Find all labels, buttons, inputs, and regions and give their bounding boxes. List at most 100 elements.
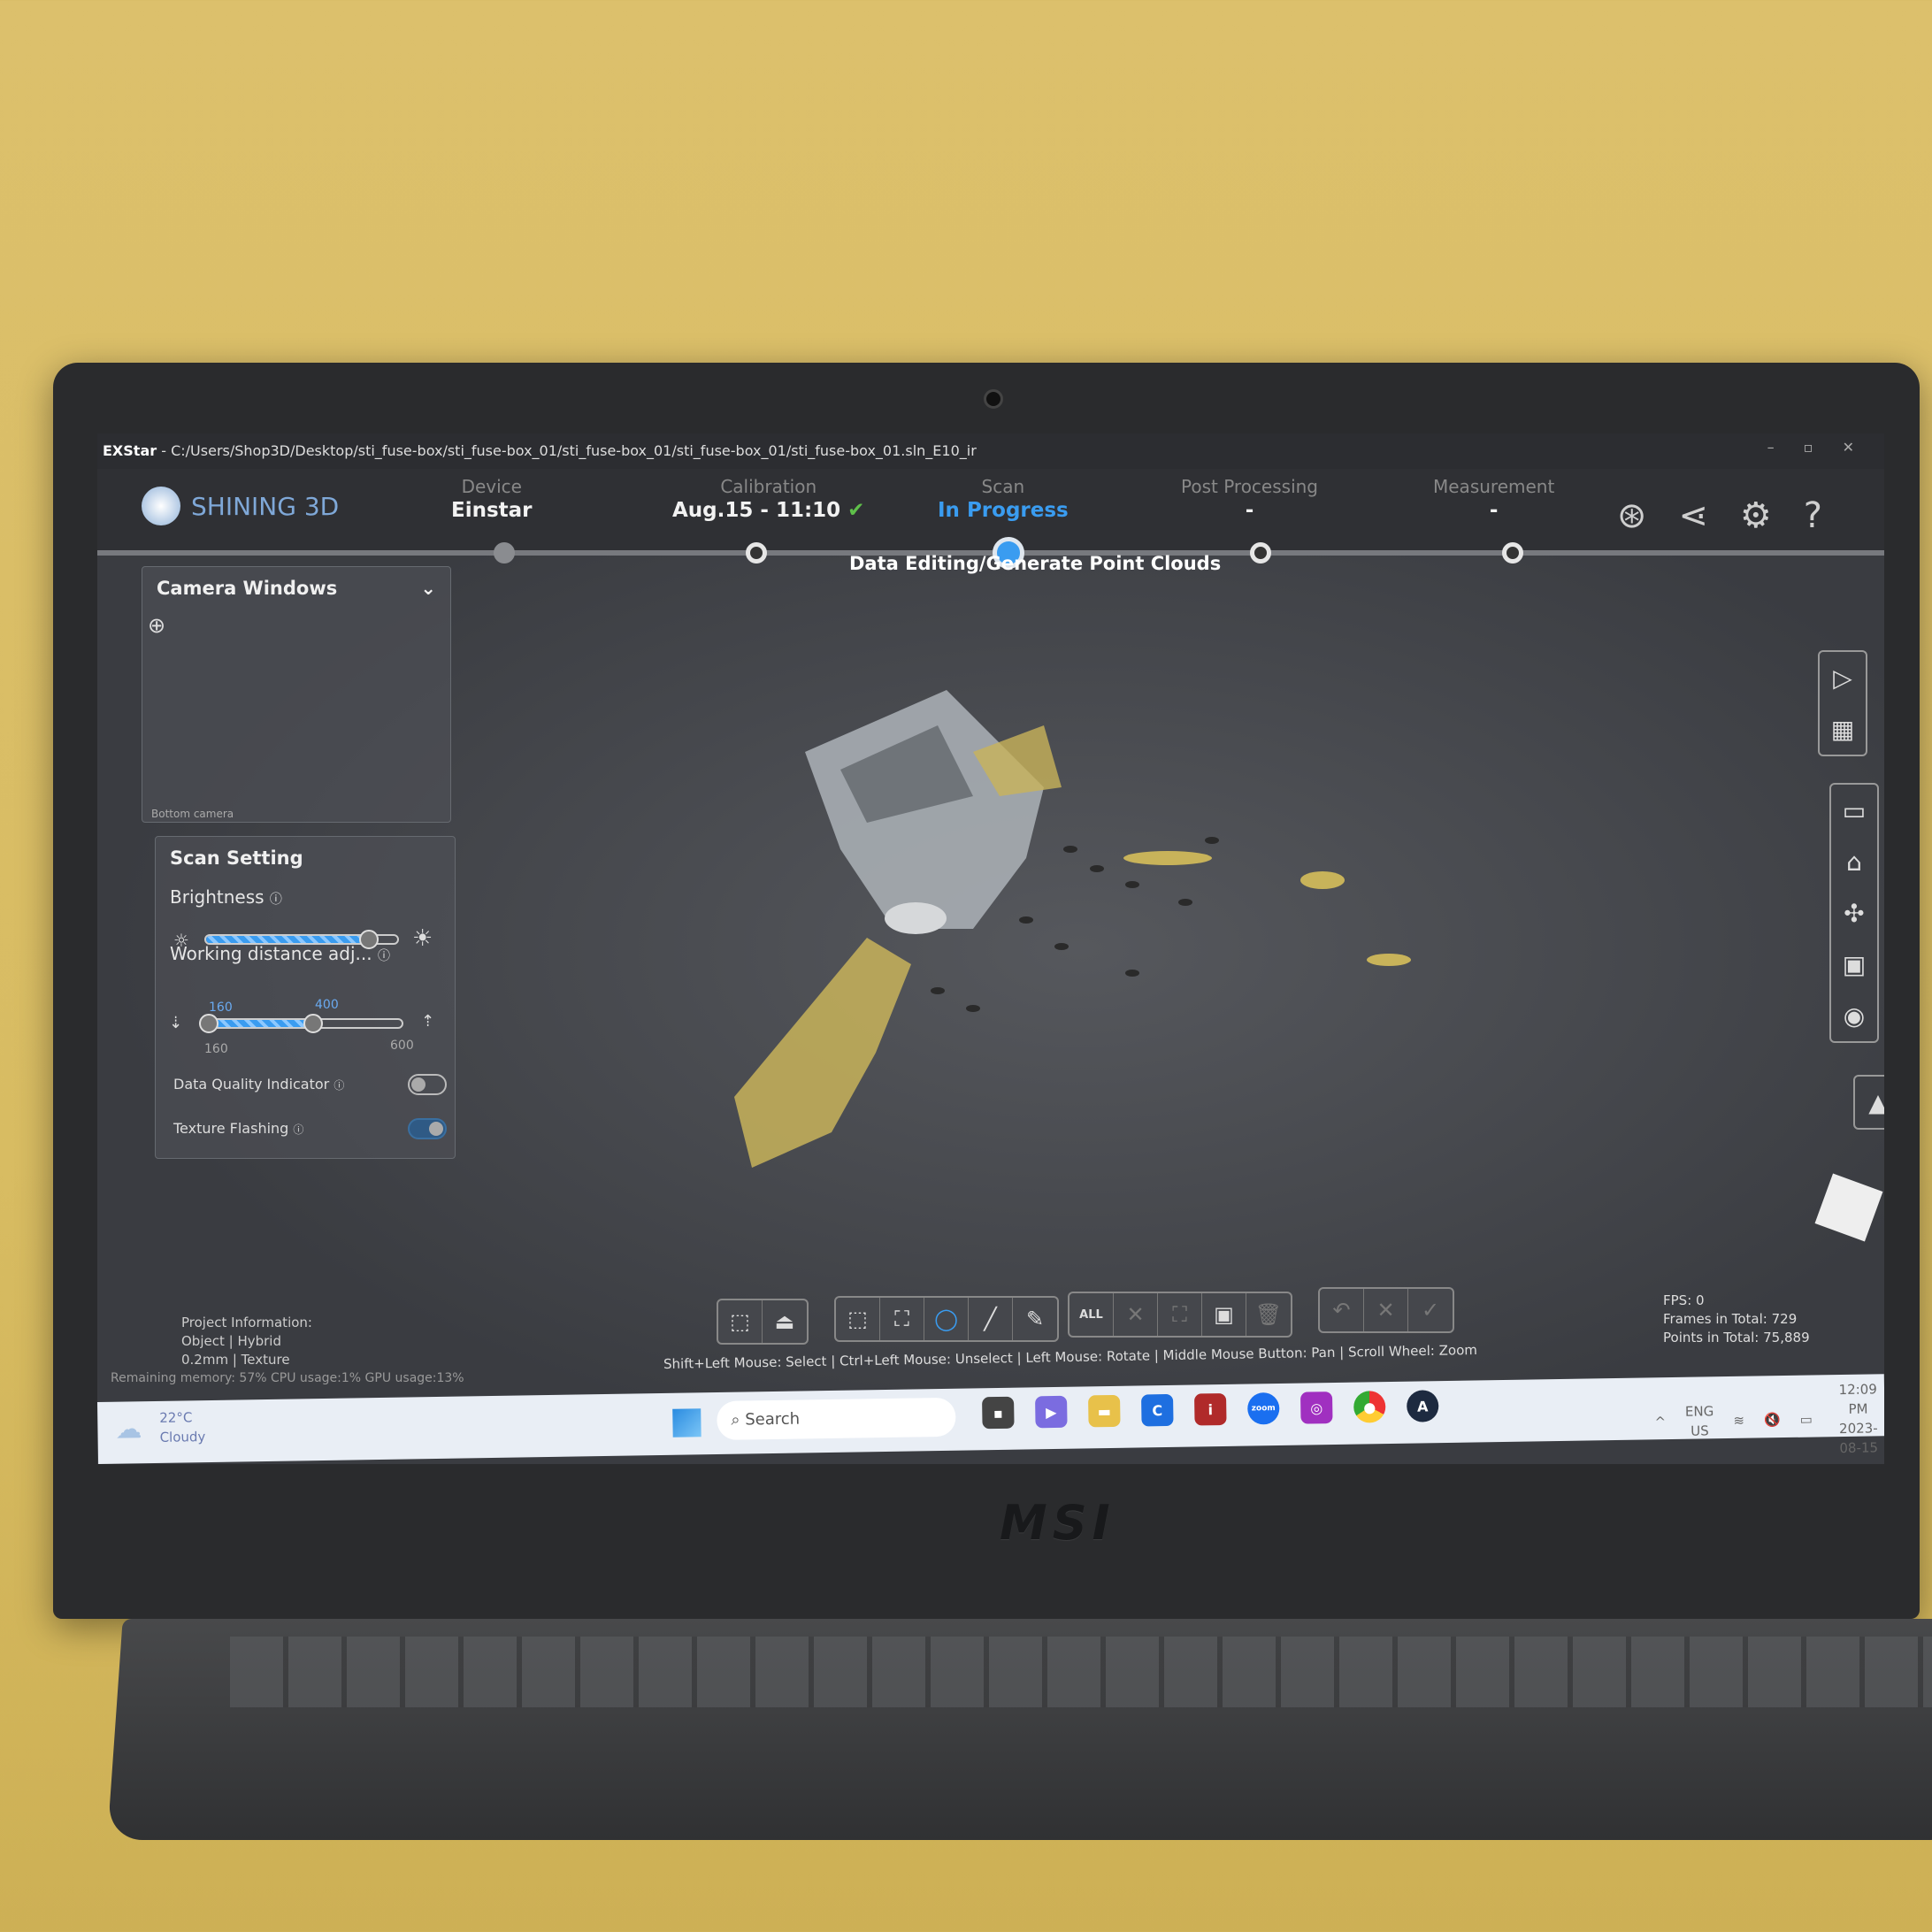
polygon-select-icon[interactable]: ⛶ bbox=[880, 1298, 924, 1340]
slider-fill bbox=[206, 1020, 313, 1027]
line-select-icon[interactable]: ╱ bbox=[969, 1298, 1013, 1340]
working-distance-label: Working distance adj... ⓘ bbox=[156, 943, 455, 964]
node-calibration bbox=[746, 542, 767, 564]
camera-title: Camera Windows bbox=[157, 578, 338, 599]
view-toolbar-middle: ▭ ⌂ ✣ ▣ ◉ bbox=[1829, 783, 1879, 1043]
min-value: 160 bbox=[204, 1042, 228, 1056]
grid-icon[interactable]: ▦ bbox=[1831, 703, 1854, 755]
node-device bbox=[494, 542, 515, 564]
view-mode-toolbar: ⬚ ⏏ bbox=[717, 1299, 809, 1345]
c-app-icon[interactable]: C bbox=[1141, 1393, 1174, 1427]
weather-widget[interactable]: 22°C Cloudy bbox=[159, 1407, 205, 1447]
slider-knob[interactable] bbox=[358, 930, 379, 949]
texture-flashing-toggle[interactable] bbox=[408, 1118, 447, 1139]
taskbar-apps: ▪ ▶ ▬ C i zoom ◎ ● A bbox=[982, 1390, 1439, 1430]
eye-icon[interactable]: ◉ bbox=[1844, 990, 1865, 1041]
keyboard bbox=[230, 1637, 1932, 1707]
taskbar-search[interactable]: ⌕ Search bbox=[717, 1397, 956, 1440]
view-toolbar-top: ▷ ▦ bbox=[1818, 650, 1867, 756]
search-icon: ⌕ bbox=[731, 1410, 740, 1430]
texture-flashing-label: Texture Flashing ⓘ bbox=[173, 1120, 303, 1137]
step-post-processing[interactable]: Post Processing - bbox=[1181, 476, 1318, 522]
deselect-icon[interactable]: ✕ bbox=[1114, 1293, 1158, 1336]
i-app-icon[interactable]: i bbox=[1194, 1392, 1227, 1426]
zoom-icon[interactable]: zoom bbox=[1246, 1392, 1280, 1425]
step-calibration[interactable]: Calibration Aug.15 - 11:10 ✔ bbox=[672, 476, 864, 522]
mute-icon[interactable]: 🔇 bbox=[1764, 1412, 1781, 1428]
cancel-icon[interactable]: ✕ bbox=[1364, 1289, 1408, 1331]
zoom-in-icon[interactable]: ⊕ bbox=[148, 613, 165, 638]
photo-app-icon[interactable]: ◎ bbox=[1300, 1392, 1333, 1424]
battery-icon[interactable]: ▭ bbox=[1800, 1412, 1813, 1428]
brightness-label: Brightness ⓘ bbox=[156, 886, 455, 908]
max-value: 600 bbox=[390, 1039, 414, 1053]
frames-total: Frames in Total: 729 bbox=[1663, 1311, 1798, 1327]
mesh-icon[interactable]: ⌂ bbox=[1846, 836, 1862, 887]
chevron-up-icon[interactable]: ^ bbox=[1654, 1414, 1666, 1430]
confirm-toolbar: ↶ ✕ ✓ bbox=[1318, 1287, 1454, 1333]
help-icon[interactable]: ? bbox=[1804, 495, 1822, 536]
save-icon[interactable]: ▣ bbox=[1843, 939, 1866, 990]
wireframe-cube-icon[interactable]: ⬚ bbox=[718, 1300, 763, 1343]
fuse-box-point-cloud bbox=[805, 690, 1044, 934]
step-value: Aug.15 - 11:10 bbox=[672, 499, 841, 522]
clock[interactable]: 12:09 PM 2023-08-15 bbox=[1831, 1379, 1884, 1458]
date: 2023-08-15 bbox=[1838, 1420, 1879, 1457]
orientation-cube[interactable] bbox=[1814, 1173, 1883, 1242]
label-text: Data Quality Indicator bbox=[173, 1076, 330, 1092]
header-icons: ⊛ ⋖ ⚙? bbox=[1617, 495, 1822, 536]
undo-icon[interactable]: ↶ bbox=[1320, 1289, 1364, 1331]
fps: FPS: 0 bbox=[1663, 1292, 1705, 1308]
language-indicator[interactable]: ENG US bbox=[1685, 1401, 1714, 1441]
lasso-select-icon[interactable]: ◯ bbox=[924, 1298, 969, 1340]
brightness-slider[interactable] bbox=[204, 930, 399, 949]
logo: SHINING 3D bbox=[142, 487, 339, 525]
delete-icon[interactable]: 🗑 bbox=[1246, 1293, 1291, 1336]
play-icon[interactable]: ▷ bbox=[1833, 652, 1852, 703]
teams-icon[interactable]: ▶ bbox=[1035, 1395, 1068, 1429]
title-bar: EXStar - C:/Users/Shop3D/Desktop/sti_fus… bbox=[97, 433, 1884, 469]
brand-logo: MSI bbox=[1000, 1495, 1116, 1551]
scan-stats: FPS: 0 Frames in Total: 729 Points in Tota… bbox=[1663, 1292, 1810, 1347]
scanner-icon[interactable]: ⊛ bbox=[1617, 495, 1647, 536]
file-explorer-icon[interactable]: ▬ bbox=[1088, 1394, 1121, 1428]
resource-usage: Remaining memory: 57% CPU usage:1% GPU u… bbox=[111, 1371, 464, 1385]
data-quality-toggle[interactable] bbox=[408, 1074, 447, 1095]
sun-low-icon: ☼ bbox=[173, 930, 189, 951]
select-connected-icon[interactable]: ▣ bbox=[1202, 1293, 1246, 1336]
layer-icon[interactable]: ▭ bbox=[1843, 785, 1866, 836]
node-measurement bbox=[1502, 542, 1523, 564]
slider-knob-high[interactable] bbox=[303, 1014, 323, 1033]
wifi-icon[interactable]: ≋ bbox=[1733, 1413, 1744, 1429]
windows-start-icon[interactable] bbox=[672, 1408, 702, 1438]
exstar-icon[interactable]: A bbox=[1406, 1390, 1439, 1422]
rect-select-icon[interactable]: ⬚ bbox=[836, 1298, 880, 1340]
file-path: C:/Users/Shop3D/Desktop/sti_fuse-box/sti… bbox=[171, 442, 977, 459]
task-view-icon[interactable]: ▪ bbox=[982, 1396, 1015, 1430]
step-value: Einstar bbox=[451, 499, 533, 522]
gear-icon[interactable]: ⚙ bbox=[1740, 495, 1772, 536]
chevron-down-icon[interactable]: ⌄ bbox=[420, 578, 436, 599]
chrome-icon[interactable]: ● bbox=[1353, 1391, 1386, 1423]
working-distance-slider[interactable] bbox=[199, 1014, 403, 1033]
step-scan[interactable]: Scan In Progress bbox=[938, 476, 1069, 522]
terrain-icon[interactable]: ▲ bbox=[1868, 1077, 1884, 1128]
point-cloud-viewport[interactable] bbox=[672, 637, 1601, 1274]
apply-icon[interactable]: ✓ bbox=[1408, 1289, 1453, 1331]
select-all-button[interactable]: ALL bbox=[1070, 1293, 1114, 1336]
app-name: EXStar bbox=[103, 442, 157, 459]
selection-toolbar: ⬚ ⛶ ◯ ╱ ✎ bbox=[834, 1296, 1059, 1342]
window-controls[interactable]: – ▫ ✕ bbox=[1767, 439, 1867, 456]
plane-icon[interactable]: ⏏ bbox=[763, 1300, 807, 1343]
camera-view-label: Bottom camera bbox=[151, 808, 234, 820]
puzzle-icon[interactable]: ✣ bbox=[1844, 887, 1864, 939]
share-icon[interactable]: ⋖ bbox=[1678, 495, 1708, 536]
invert-select-icon[interactable]: ⛶ bbox=[1158, 1293, 1202, 1336]
mouse-hint: Shift+Left Mouse: Select | Ctrl+Left Mou… bbox=[663, 1341, 1478, 1373]
slider-knob-low[interactable] bbox=[199, 1014, 218, 1033]
search-placeholder: Search bbox=[745, 1409, 801, 1430]
view-toolbar-bottom: ▲ bbox=[1853, 1075, 1884, 1130]
brush-select-icon[interactable]: ✎ bbox=[1013, 1298, 1057, 1340]
step-measurement[interactable]: Measurement - bbox=[1433, 476, 1554, 522]
step-device[interactable]: Device Einstar bbox=[451, 476, 533, 522]
